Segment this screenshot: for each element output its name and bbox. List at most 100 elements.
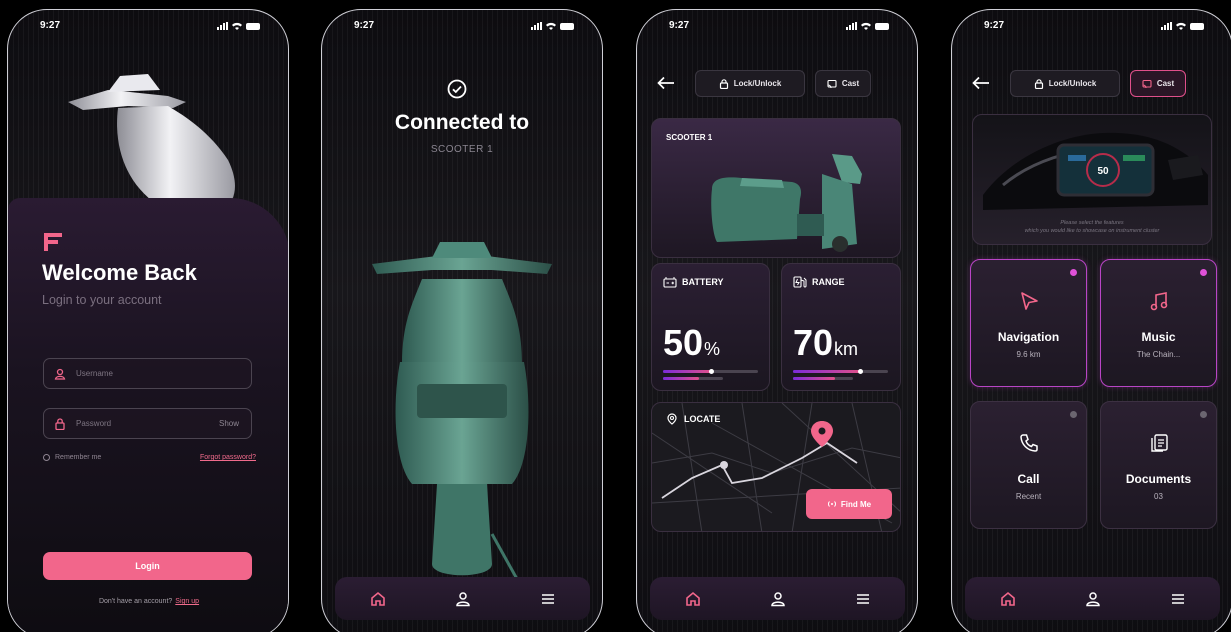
- instrument-cluster-image: 50: [983, 132, 1208, 210]
- username-placeholder: Username: [76, 369, 113, 378]
- range-progress-track: [793, 377, 853, 380]
- lock-unlock-label: Lock/Unlock: [733, 79, 782, 88]
- battery-status-icon: [560, 23, 574, 30]
- phone-cast-screen: 9:27 Lock/Unlock Cast 50 Please select t…: [951, 9, 1231, 632]
- range-label: RANGE: [812, 277, 845, 287]
- battery-progress-bar: [663, 369, 758, 374]
- documents-icon: [1150, 434, 1168, 452]
- back-arrow-icon[interactable]: [972, 76, 990, 90]
- fuel-range-icon: [793, 276, 807, 288]
- connected-title: Connected to: [394, 111, 530, 134]
- bottom-nav: [965, 577, 1220, 620]
- active-dot: [1200, 269, 1207, 276]
- battery-status-icon: [875, 23, 889, 30]
- locate-label: LOCATE: [684, 414, 721, 424]
- scooter-card[interactable]: SCOOTER 1: [651, 118, 901, 258]
- navigation-tile[interactable]: Navigation 9.6 km: [970, 259, 1087, 387]
- remember-me-label: Remember me: [55, 454, 102, 461]
- cast-button[interactable]: Cast: [1130, 70, 1186, 97]
- check-circle-icon: [447, 79, 467, 99]
- locate-card[interactable]: LOCATE Find Me: [651, 402, 901, 532]
- range-card: RANGE 70km: [781, 263, 901, 391]
- status-bar: 9:27: [637, 20, 917, 36]
- lock-unlock-button[interactable]: Lock/Unlock: [695, 70, 805, 97]
- profile-icon[interactable]: [1084, 590, 1102, 608]
- menu-icon[interactable]: [854, 590, 872, 608]
- cluster-speed: 50: [1097, 166, 1109, 177]
- music-subtitle: The Chain...: [1136, 350, 1181, 359]
- wifi-icon: [546, 22, 556, 30]
- phone-login-screen: 9:27 Welcome Back Login to your account …: [7, 9, 289, 632]
- battery-unit: %: [704, 339, 721, 359]
- status-bar: 9:27: [952, 20, 1231, 36]
- cast-icon: [1142, 79, 1152, 88]
- wifi-icon: [861, 22, 871, 30]
- phone-icon: [1019, 434, 1038, 452]
- battery-icon: [663, 277, 677, 288]
- forgot-password-link[interactable]: Forgot password?: [200, 454, 256, 461]
- lock-unlock-button[interactable]: Lock/Unlock: [1010, 70, 1120, 97]
- range-unit: km: [834, 339, 859, 359]
- status-bar: 9:27: [322, 20, 602, 36]
- wifi-icon: [1176, 22, 1186, 30]
- cast-label: Cast: [1156, 79, 1175, 88]
- status-time: 9:27: [669, 20, 690, 31]
- user-icon: [54, 368, 66, 380]
- lock-icon: [1034, 78, 1043, 89]
- phone-connected-screen: 9:27 Connected to SCOOTER 1: [321, 9, 603, 632]
- cast-icon: [827, 79, 837, 88]
- cast-hint-line1: Please select the features: [1060, 220, 1124, 226]
- welcome-title: Welcome Back: [42, 260, 197, 285]
- cast-button[interactable]: Cast: [815, 70, 871, 97]
- battery-number: 50: [663, 322, 704, 363]
- lock-icon: [719, 78, 728, 89]
- home-icon[interactable]: [684, 590, 702, 608]
- documents-title: Documents: [1125, 472, 1192, 486]
- status-time: 9:27: [354, 20, 375, 31]
- status-time: 9:27: [984, 20, 1005, 31]
- username-field[interactable]: Username: [43, 358, 252, 389]
- remember-me-checkbox[interactable]: Remember me: [43, 454, 101, 461]
- location-pin-icon: [667, 413, 677, 425]
- documents-tile[interactable]: Documents 03: [1100, 401, 1217, 529]
- bottom-nav: [650, 577, 905, 620]
- back-arrow-icon[interactable]: [657, 76, 675, 90]
- signal-icon: [531, 22, 542, 30]
- show-password-button[interactable]: Show: [219, 419, 239, 428]
- range-progress-bar: [793, 369, 888, 374]
- scooter-front-image: [352, 242, 572, 601]
- music-tile[interactable]: Music The Chain...: [1100, 259, 1217, 387]
- signup-link[interactable]: Sign up: [175, 598, 199, 605]
- signal-icon: [1161, 22, 1172, 30]
- phone-dashboard-screen: 9:27 Lock/Unlock Cast SCOOTER 1 BATTERY: [636, 9, 918, 632]
- battery-value: 50%: [663, 322, 720, 364]
- find-me-button[interactable]: Find Me: [806, 489, 892, 519]
- battery-card: BATTERY 50%: [651, 263, 770, 391]
- connected-device-name: SCOOTER 1: [430, 144, 494, 155]
- menu-icon[interactable]: [539, 590, 557, 608]
- password-placeholder: Password: [76, 419, 112, 428]
- call-tile[interactable]: Call Recent: [970, 401, 1087, 529]
- call-title: Call: [1017, 472, 1040, 486]
- login-button[interactable]: Login: [43, 552, 252, 580]
- instrument-cluster-card: 50 Please select the features which you w…: [972, 114, 1212, 245]
- battery-status-icon: [1190, 23, 1204, 30]
- profile-icon[interactable]: [769, 590, 787, 608]
- navigation-arrow-icon: [1020, 292, 1038, 310]
- menu-icon[interactable]: [1169, 590, 1187, 608]
- active-dot: [1070, 269, 1077, 276]
- scooter-card-label: SCOOTER 1: [666, 133, 713, 142]
- password-field[interactable]: Password Show: [43, 408, 252, 439]
- navigation-title: Navigation: [997, 330, 1060, 344]
- signup-row: Don't have an account? Sign up: [8, 598, 288, 605]
- cast-hint-line2: which you would like to showcase on inst…: [1024, 228, 1160, 234]
- battery-label: BATTERY: [682, 277, 724, 287]
- home-icon[interactable]: [369, 590, 387, 608]
- music-note-icon: [1150, 292, 1167, 311]
- home-icon[interactable]: [999, 590, 1017, 608]
- range-number: 70: [793, 322, 834, 363]
- profile-icon[interactable]: [454, 590, 472, 608]
- brand-logo-icon: [44, 233, 62, 251]
- call-subtitle: Recent: [1015, 492, 1042, 501]
- signup-prompt: Don't have an account?: [98, 598, 173, 605]
